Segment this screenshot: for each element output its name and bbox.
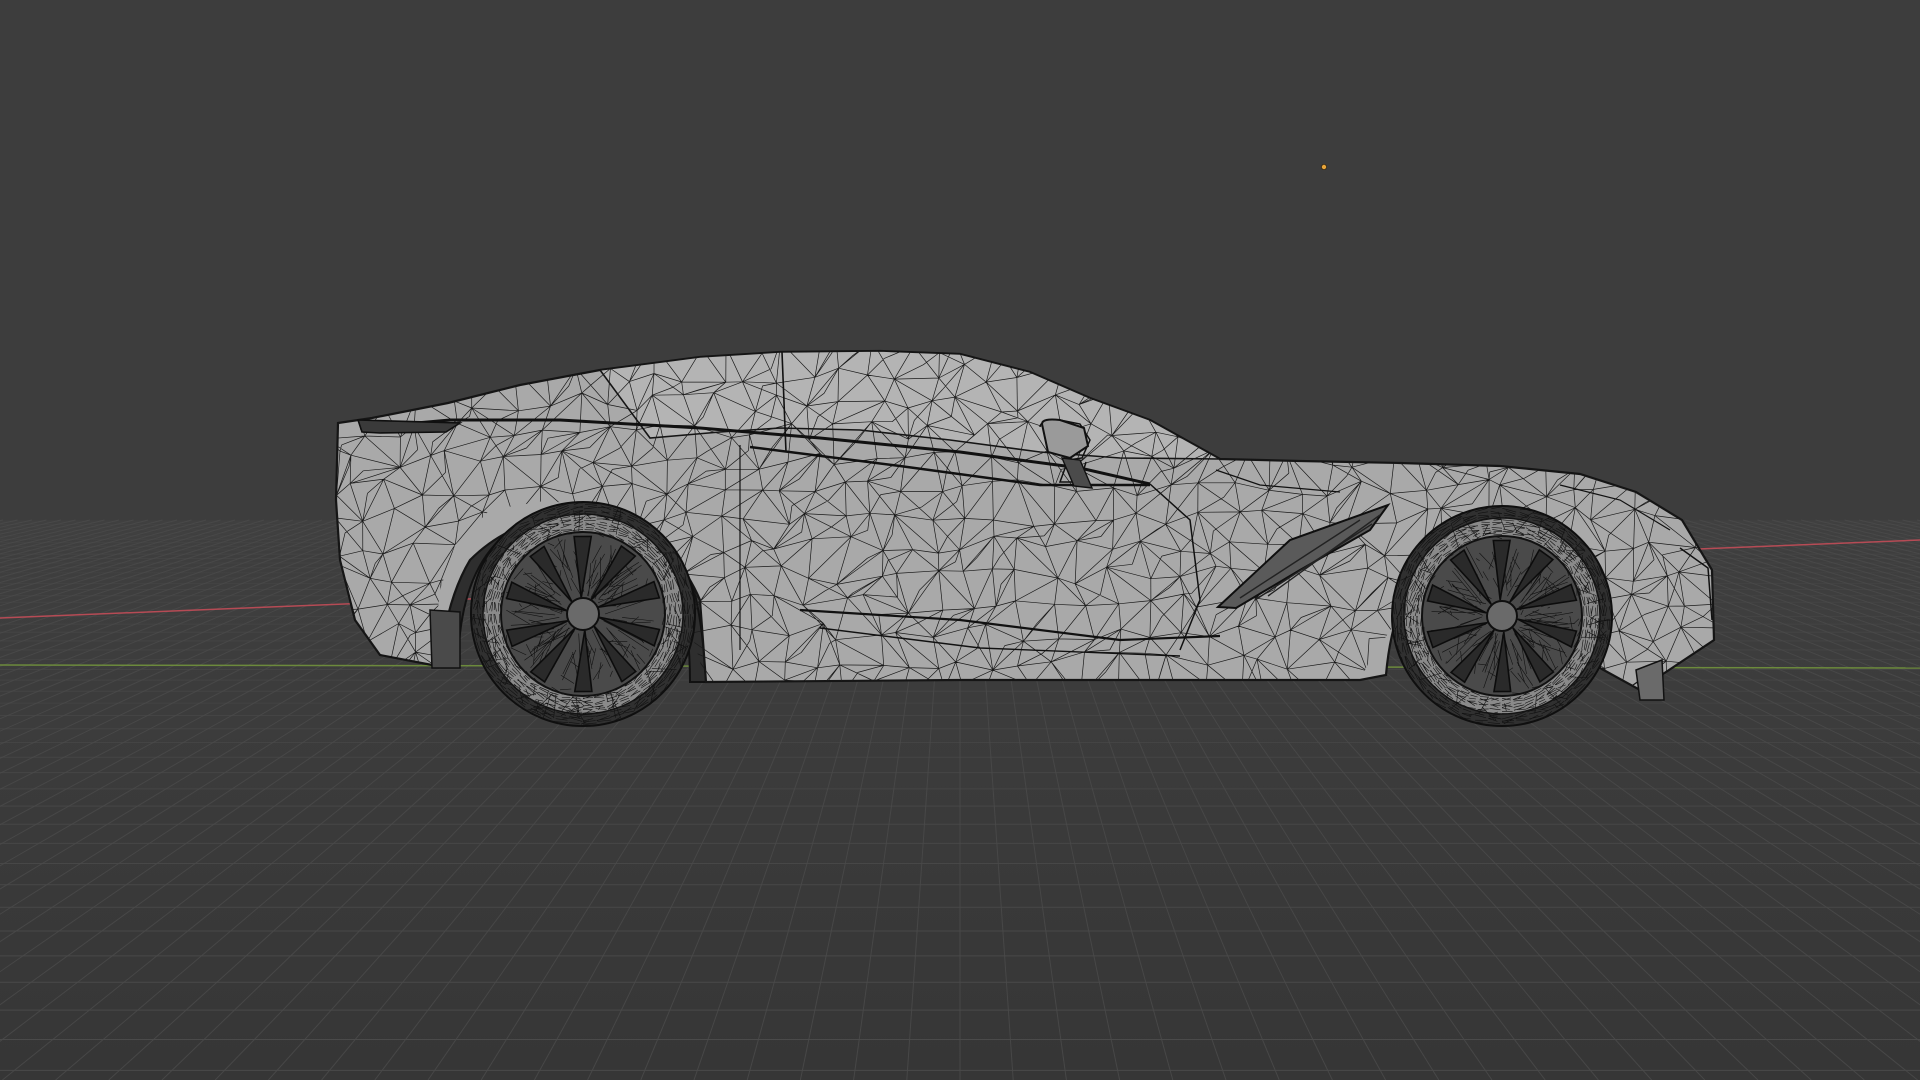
rear-hub bbox=[566, 597, 600, 631]
rear-wheel-mesh[interactable] bbox=[470, 500, 696, 728]
light-origin-dot[interactable] bbox=[1321, 163, 1328, 170]
viewport-canvas[interactable] bbox=[0, 0, 1920, 1080]
3d-viewport[interactable] bbox=[0, 0, 1920, 1080]
rear-bumper-lower bbox=[429, 609, 461, 669]
rear-spoiler bbox=[356, 419, 463, 434]
front-hub bbox=[1486, 600, 1518, 632]
